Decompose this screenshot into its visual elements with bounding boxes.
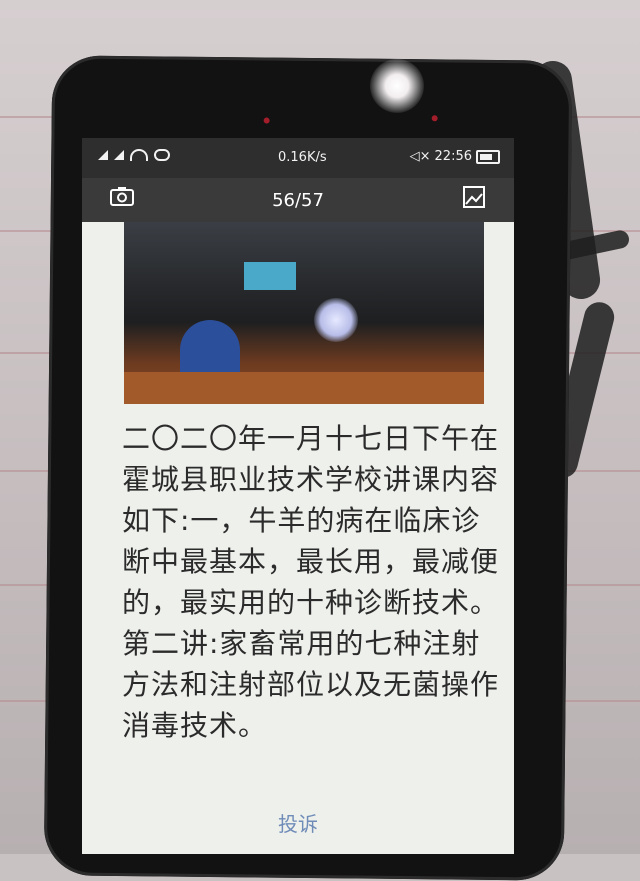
status-icons-left xyxy=(98,149,170,161)
battery-icon xyxy=(476,149,500,164)
image-viewer-toolbar: 56/57 xyxy=(82,178,514,222)
classroom-photo[interactable] xyxy=(124,222,484,404)
status-icons-right: ◁× 22:56 xyxy=(410,149,500,164)
complain-link[interactable]: 投诉 xyxy=(82,808,514,837)
sensor-dot xyxy=(431,115,438,122)
clock-time: 22:56 xyxy=(434,149,472,164)
projector-screen xyxy=(244,262,296,290)
light-reflection xyxy=(314,298,358,342)
cloud-icon xyxy=(154,149,170,161)
camera-flash-glare xyxy=(369,58,425,114)
mute-icon: ◁× xyxy=(409,149,431,164)
desk-surface xyxy=(124,372,484,404)
wifi-icon xyxy=(130,149,148,161)
signal-icon xyxy=(114,150,124,160)
signal-icon xyxy=(98,150,108,160)
network-speed: 0.16K/s xyxy=(278,150,327,165)
page-counter: 56/57 xyxy=(272,190,324,211)
article-body: 二〇二〇年一月十七日下午在霍城县职业技术学校讲课内容如下:一，牛羊的病在临床诊断… xyxy=(122,422,500,742)
sensor-dot xyxy=(263,117,270,124)
gallery-icon[interactable] xyxy=(460,186,488,212)
phone-screen: 0.16K/s ◁× 22:56 56/57 二〇二〇年一月十七日下午在霍城县职… xyxy=(82,138,514,854)
status-bar: 0.16K/s ◁× 22:56 xyxy=(82,138,514,178)
